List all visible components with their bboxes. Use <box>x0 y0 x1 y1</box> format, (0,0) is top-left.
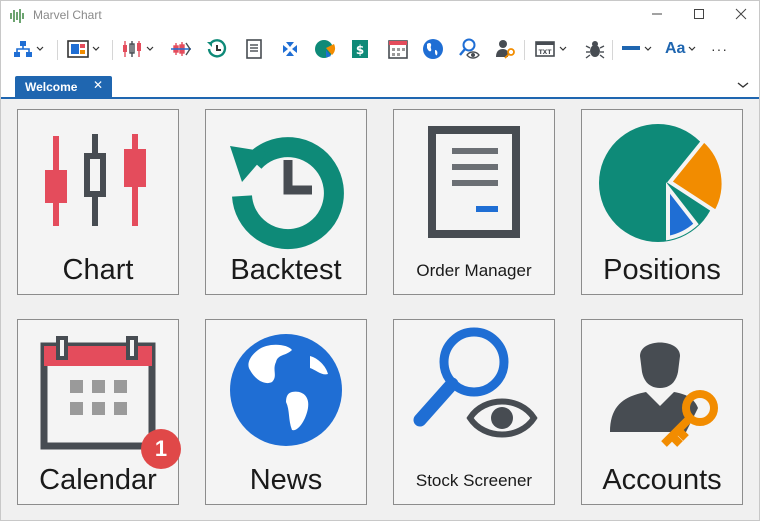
collapse-icon <box>279 38 301 60</box>
chevron-down-icon <box>92 46 100 52</box>
tile-label: Stock Screener <box>415 471 533 490</box>
svg-text:$: $ <box>356 43 364 57</box>
toolbar-divider <box>612 40 613 60</box>
tile-label: Backtest <box>230 254 342 286</box>
globe-icon <box>206 320 366 460</box>
user-key-button[interactable] <box>494 36 516 62</box>
candlestick-icon <box>121 39 143 59</box>
search-eye-button[interactable] <box>457 36 481 62</box>
close-icon[interactable]: ✕ <box>93 78 103 92</box>
close-button[interactable] <box>720 1 759 31</box>
tile-label: Accounts <box>602 464 722 496</box>
document-button[interactable] <box>244 36 264 62</box>
tile-chart[interactable]: Chart <box>17 109 179 295</box>
toolbar: $ TXT Aa ··· <box>1 31 759 69</box>
history-button[interactable] <box>206 36 228 62</box>
tile-backtest[interactable]: Backtest <box>205 109 367 295</box>
chevron-down-icon <box>644 46 652 52</box>
text-file-button[interactable]: TXT <box>534 36 567 62</box>
tab-label: Welcome <box>25 80 78 94</box>
toolbar-divider <box>57 40 58 60</box>
dollar-icon: $ <box>350 38 372 60</box>
document-icon <box>244 38 264 60</box>
tile-stock-screener[interactable]: Stock Screener <box>393 319 555 505</box>
notification-badge: 1 <box>141 429 181 469</box>
signal-icon <box>9 8 25 24</box>
tile-label: Calendar <box>39 464 157 496</box>
minimize-icon <box>651 7 663 25</box>
indicator-button[interactable] <box>170 36 192 62</box>
pie-button[interactable] <box>314 36 336 62</box>
globe-icon <box>422 38 444 60</box>
line-style-button[interactable] <box>621 36 652 62</box>
chevron-down-icon <box>688 46 696 52</box>
user-key-icon <box>494 38 516 60</box>
font-icon: Aa <box>665 40 686 57</box>
document-icon <box>394 110 554 250</box>
tile-positions[interactable]: Positions <box>581 109 743 295</box>
bug-button[interactable] <box>585 36 605 62</box>
line-style-icon <box>621 39 641 59</box>
collapse-button[interactable] <box>279 36 301 62</box>
hierarchy-icon <box>13 39 33 59</box>
text-file-icon: TXT <box>534 38 556 60</box>
more-icon: ··· <box>711 41 728 57</box>
globe-button[interactable] <box>422 36 444 62</box>
chevron-down-icon[interactable] <box>735 77 751 93</box>
toolbar-divider <box>524 40 525 60</box>
tile-news[interactable]: News <box>205 319 367 505</box>
tile-label: News <box>249 464 323 496</box>
maximize-button[interactable] <box>678 1 720 31</box>
search-eye-icon <box>457 38 481 60</box>
calendar-button[interactable] <box>387 36 409 62</box>
user-key-icon <box>582 320 742 460</box>
tab-welcome[interactable]: Welcome ✕ <box>15 76 112 98</box>
close-icon <box>735 7 747 25</box>
calendar-icon <box>387 38 409 60</box>
bug-icon <box>585 38 605 60</box>
layout-icon <box>67 39 89 59</box>
tile-calendar[interactable]: Calendar <box>17 319 179 505</box>
layout-button[interactable] <box>67 36 100 62</box>
history-icon <box>206 110 366 250</box>
history-icon <box>206 38 228 60</box>
maximize-icon <box>693 7 705 25</box>
dollar-button[interactable]: $ <box>350 36 372 62</box>
candlestick-button[interactable] <box>121 36 154 62</box>
tile-label: Order Manager <box>416 261 532 280</box>
pie-icon <box>582 110 742 250</box>
toolbar-divider <box>112 40 113 60</box>
hierarchy-button[interactable] <box>13 36 44 62</box>
candlestick-icon <box>18 110 178 250</box>
indicator-icon <box>170 39 192 59</box>
pie-icon <box>314 38 336 60</box>
chevron-down-icon <box>559 46 567 52</box>
app-window: Marvel Chart $ TXT Aa ··· Welcome ✕ Char… <box>0 0 760 521</box>
font-button[interactable]: Aa <box>665 36 696 62</box>
tile-accounts[interactable]: Accounts <box>581 319 743 505</box>
chevron-down-icon <box>36 46 44 52</box>
chevron-down-icon <box>146 46 154 52</box>
minimize-button[interactable] <box>636 1 678 31</box>
window-title: Marvel Chart <box>33 8 102 22</box>
svg-text:TXT: TXT <box>539 49 553 56</box>
more-button[interactable]: ··· <box>711 36 728 62</box>
tile-label: Chart <box>62 254 134 286</box>
title-bar: Marvel Chart <box>1 1 759 31</box>
tile-label: Positions <box>603 254 721 286</box>
tile-order-manager[interactable]: Order Manager <box>393 109 555 295</box>
search-eye-icon <box>394 320 554 460</box>
